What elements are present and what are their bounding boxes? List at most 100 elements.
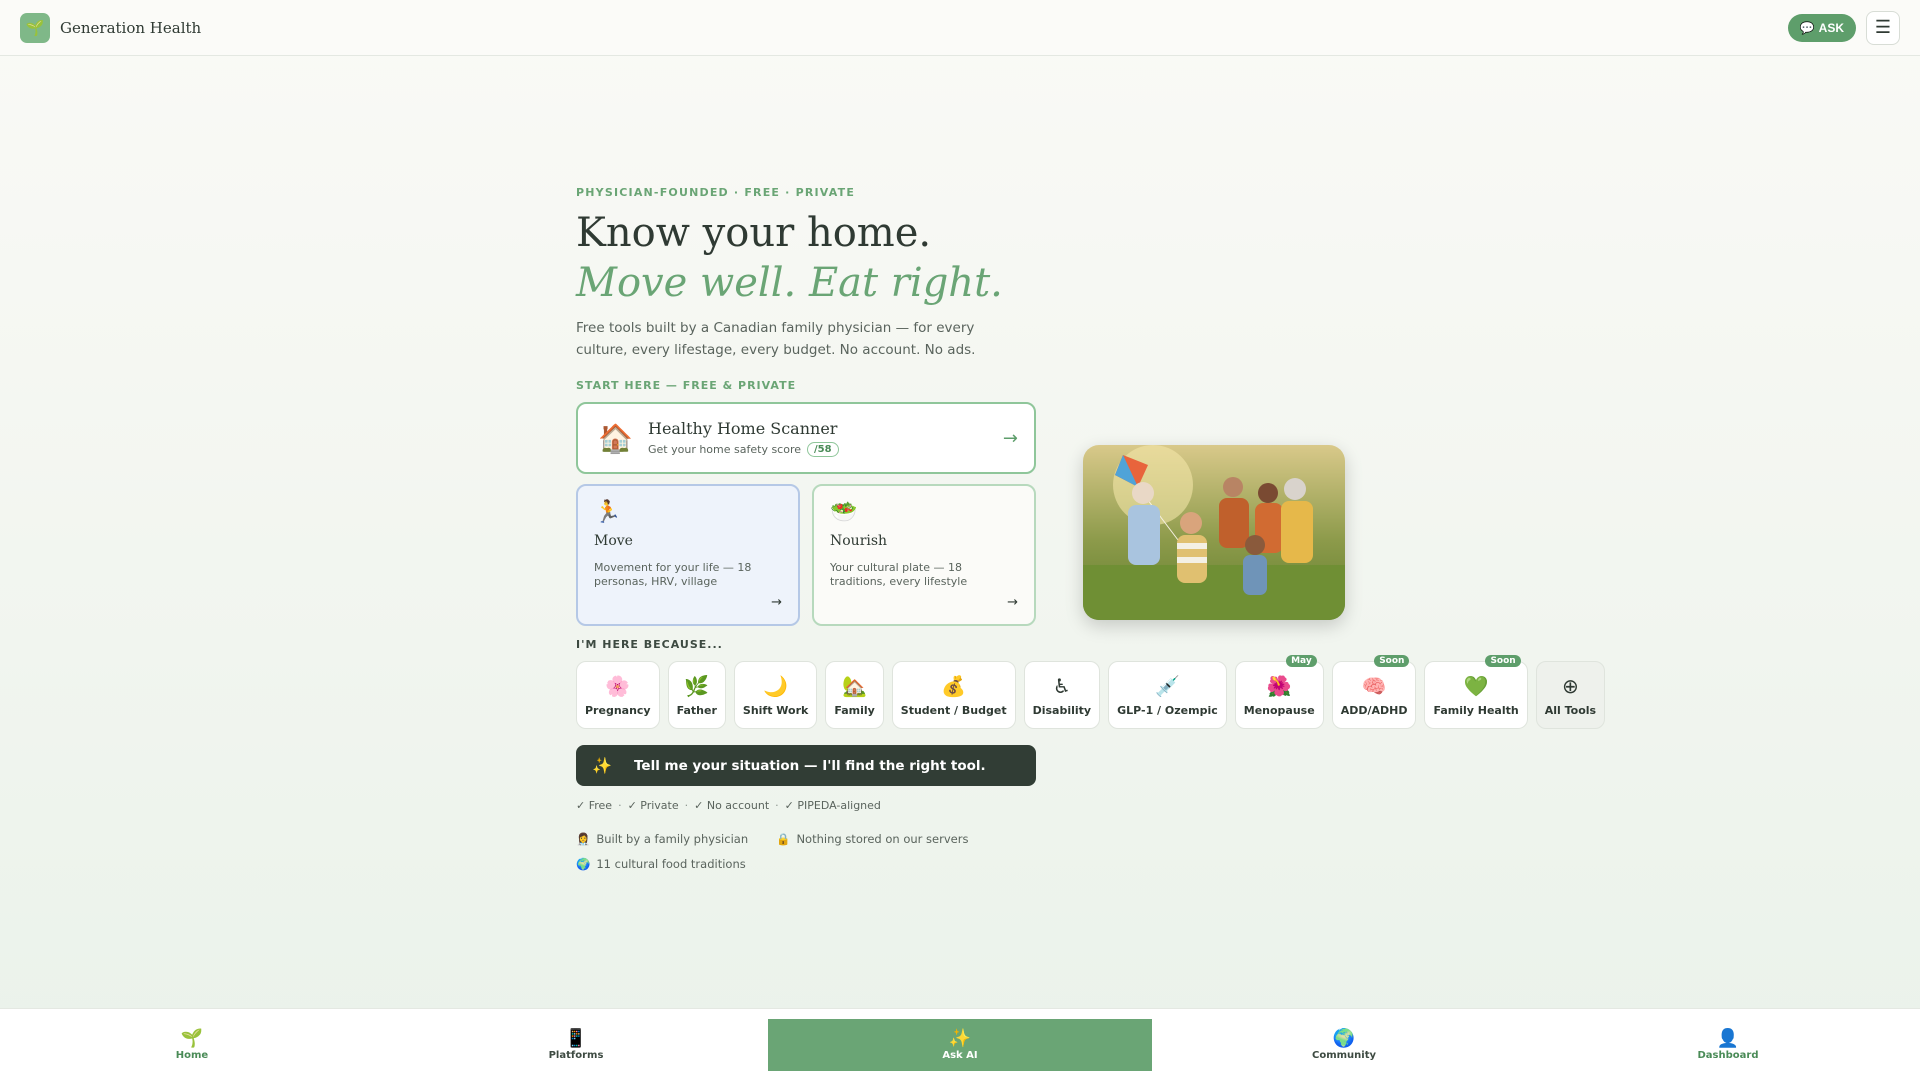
runner-icon: 🏃 <box>594 500 622 525</box>
trust-physician-label: Built by a family physician <box>596 831 749 846</box>
family-photo <box>1083 445 1345 620</box>
chip-label: Menopause <box>1243 703 1315 717</box>
circled-plus-icon: ⊕ <box>1562 673 1579 698</box>
trust-row: 👩‍⚕️ Built by a family physician 🔒 Nothi… <box>576 826 968 851</box>
chip-glp1-ozempic[interactable]: 💉 GLP-1 / Ozempic <box>1108 661 1227 729</box>
nourish-card[interactable]: 🥗 Nourish Your cultural plate — 18 tradi… <box>812 484 1036 626</box>
assurance-checks: ✓ Free · ✓ Private · ✓ No account · ✓ PI… <box>576 799 881 812</box>
family-photo-illustration <box>1083 445 1345 620</box>
money-bag-icon: 💰 <box>941 673 967 698</box>
syringe-icon: 💉 <box>1154 673 1180 698</box>
hibiscus-icon: 🌺 <box>1266 673 1292 698</box>
brand-name[interactable]: Generation Health <box>60 19 201 37</box>
herb-icon: 🌿 <box>684 673 710 698</box>
sprout-icon: 🌱 <box>25 18 45 37</box>
chip-label: Family <box>834 703 875 717</box>
situation-button[interactable]: ✨ Tell me your situation — I'll find the… <box>576 745 1036 786</box>
nav-label: Community <box>1311 1050 1376 1061</box>
hero-section: PHYSICIAN-FOUNDED · FREE · PRIVATE Know … <box>576 186 1536 626</box>
lock-icon: 🔒 <box>776 831 791 846</box>
nav-label: Home <box>175 1050 209 1061</box>
nourish-desc: Your cultural plate — 18 traditions, eve… <box>830 561 968 588</box>
chip-family[interactable]: 🏡 Family <box>825 661 884 729</box>
chip-label: Shift Work <box>742 703 809 717</box>
brain-icon: 🧠 <box>1361 673 1387 698</box>
chip-all-tools[interactable]: ⊕ All Tools <box>1535 661 1606 729</box>
tool-cards: 🏃 Move Movement for your life — 18 perso… <box>576 484 1536 626</box>
chip-label: Student / Budget <box>900 703 1007 717</box>
globe-icon: 🌍 <box>576 856 591 871</box>
nourish-title: Nourish <box>830 533 888 549</box>
chip-badge: May <box>1286 655 1317 667</box>
physician-icon: 👩‍⚕️ <box>576 831 591 846</box>
nav-platforms[interactable]: 📱 Platforms <box>384 1019 768 1071</box>
ask-button[interactable]: 💬 ASK <box>1787 13 1856 42</box>
nav-label: Platforms <box>548 1050 604 1061</box>
chip-label: Pregnancy <box>585 703 651 717</box>
because-label: I'M HERE BECAUSE... <box>576 638 723 651</box>
chip-shift-work[interactable]: 🌙 Shift Work <box>733 661 818 729</box>
top-bar: 🌱 Generation Health 💬 ASK ☰ <box>0 0 1920 56</box>
chip-label: GLP-1 / Ozempic <box>1117 703 1218 717</box>
chip-label: All Tools <box>1544 703 1597 717</box>
green-heart-icon: 💚 <box>1463 673 1489 698</box>
chip-label: Family Health <box>1433 703 1519 717</box>
phone-icon: 📱 <box>564 1028 588 1049</box>
trust-traditions-label: 11 cultural food traditions <box>596 856 746 871</box>
chip-family-health[interactable]: Soon 💚 Family Health <box>1424 655 1528 729</box>
arrow-right-icon: → <box>1002 427 1018 449</box>
separator-dot: · <box>775 799 779 812</box>
salad-icon: 🥗 <box>830 500 858 525</box>
score-pill: /58 <box>807 442 839 457</box>
chip-add-adhd[interactable]: Soon 🧠 ADD/ADHD <box>1331 655 1417 729</box>
nav-label: Dashboard <box>1697 1050 1759 1061</box>
nav-community[interactable]: 🌍 Community <box>1152 1019 1536 1071</box>
move-card[interactable]: 🏃 Move Movement for your life — 18 perso… <box>576 484 800 626</box>
moon-icon: 🌙 <box>763 673 789 698</box>
trust-row: 🌍 11 cultural food traditions <box>576 851 968 876</box>
wheelchair-icon: ♿ <box>1052 673 1071 698</box>
nav-home[interactable]: 🌱 Home <box>0 1019 384 1071</box>
chip-father[interactable]: 🌿 Father <box>667 661 726 729</box>
chip-menopause[interactable]: May 🌺 Menopause <box>1234 655 1324 729</box>
hero-title: Know your home. <box>576 210 932 256</box>
trust-servers-label: Nothing stored on our servers <box>796 831 969 846</box>
logo-sprout-icon[interactable]: 🌱 <box>20 12 50 43</box>
nav-dashboard[interactable]: 👤 Dashboard <box>1536 1019 1920 1071</box>
header-actions: 💬 ASK ☰ <box>1787 10 1900 45</box>
hero-subtitle: Move well. Eat right. <box>576 260 1003 306</box>
hero-lede: Free tools built by a Canadian family ph… <box>576 320 976 358</box>
check-pipeda: ✓ PIPEDA-aligned <box>784 799 881 812</box>
chip-label: ADD/ADHD <box>1340 703 1408 717</box>
separator-dot: · <box>684 799 689 812</box>
move-desc: Movement for your life — 18 personas, HR… <box>594 561 752 588</box>
chip-student-budget[interactable]: 💰 Student / Budget <box>891 661 1016 729</box>
trust-traditions: 🌍 11 cultural food traditions <box>576 857 746 871</box>
healthy-home-scanner-card[interactable]: 🏠 Healthy Home Scanner Get your home saf… <box>576 402 1036 474</box>
house-icon: 🏠 <box>598 421 633 455</box>
scanner-subtitle-row: Get your home safety score /58 <box>648 442 839 457</box>
nav-label: Ask AI <box>942 1050 978 1061</box>
sparkles-icon: ✨ <box>948 1028 972 1049</box>
home-garden-icon: 🏡 <box>842 673 868 698</box>
chip-badge: Soon <box>1485 655 1521 667</box>
hamburger-icon: ☰ <box>1874 17 1892 37</box>
user-icon: 👤 <box>1716 1028 1740 1049</box>
hamburger-menu-button[interactable]: ☰ <box>1866 10 1900 45</box>
chip-disability[interactable]: ♿ Disability <box>1023 661 1101 729</box>
start-here-label: START HERE — FREE & PRIVATE <box>576 379 797 392</box>
situation-label: Tell me your situation — I'll find the r… <box>634 757 986 774</box>
arrow-right-icon: → <box>771 595 782 610</box>
chip-badge: Soon <box>1374 655 1410 667</box>
sprout-icon: 🌱 <box>180 1028 204 1049</box>
trust-physician: 👩‍⚕️ Built by a family physician <box>576 832 748 846</box>
chip-pregnancy[interactable]: 🌸 Pregnancy <box>576 661 660 729</box>
check-private: ✓ Private <box>627 799 679 812</box>
arrow-right-icon: → <box>1007 595 1018 610</box>
trust-servers: 🔒 Nothing stored on our servers <box>776 832 968 846</box>
ask-label: ASK <box>1818 20 1844 35</box>
chip-label: Father <box>676 703 717 717</box>
hero-eyebrow: PHYSICIAN-FOUNDED · FREE · PRIVATE <box>576 186 856 199</box>
chat-bubble-icon: 💬 <box>1799 20 1815 35</box>
nav-ask-ai[interactable]: ✨ Ask AI <box>768 1018 1152 1071</box>
